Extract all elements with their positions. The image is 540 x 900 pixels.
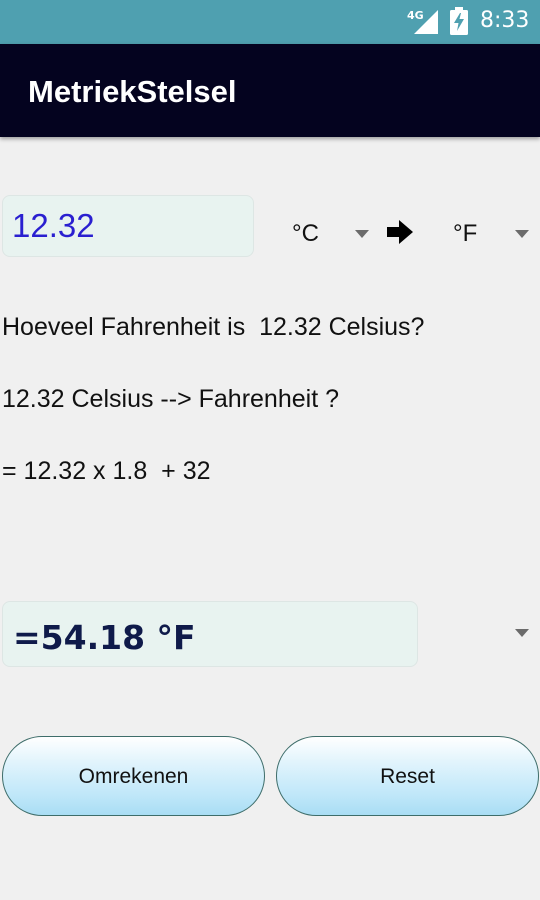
reset-button[interactable]: Reset	[276, 736, 539, 816]
network-type: 4G	[407, 9, 424, 22]
app-bar: MetriekStelsel	[0, 44, 540, 137]
to-unit-label: °F	[453, 220, 478, 247]
formula-text: = 12.32 x 1.8 + 32	[2, 457, 211, 485]
from-unit-label: °C	[292, 220, 319, 247]
app-title: MetriekStelsel	[28, 74, 237, 109]
to-unit-dropdown[interactable]: °F	[440, 208, 540, 258]
arrow-right-icon	[387, 220, 413, 244]
convert-button[interactable]: Omrekenen	[2, 736, 265, 816]
conversion-text: 12.32 Celsius --> Fahrenheit ?	[2, 385, 339, 413]
result-text: =54.18 °F	[13, 618, 196, 657]
battery-charging-icon	[450, 7, 468, 35]
chevron-down-icon	[515, 230, 529, 238]
result-field: =54.18 °F	[2, 601, 418, 667]
value-input[interactable]	[2, 195, 254, 257]
clock: 8:33	[480, 8, 530, 33]
question-text: Hoeveel Fahrenheit is 12.32 Celsius?	[2, 313, 425, 341]
chevron-down-icon	[355, 230, 369, 238]
result-dropdown-icon[interactable]	[515, 629, 529, 637]
status-bar: 4G 8:33	[0, 0, 540, 44]
from-unit-dropdown[interactable]: °C	[280, 208, 380, 258]
